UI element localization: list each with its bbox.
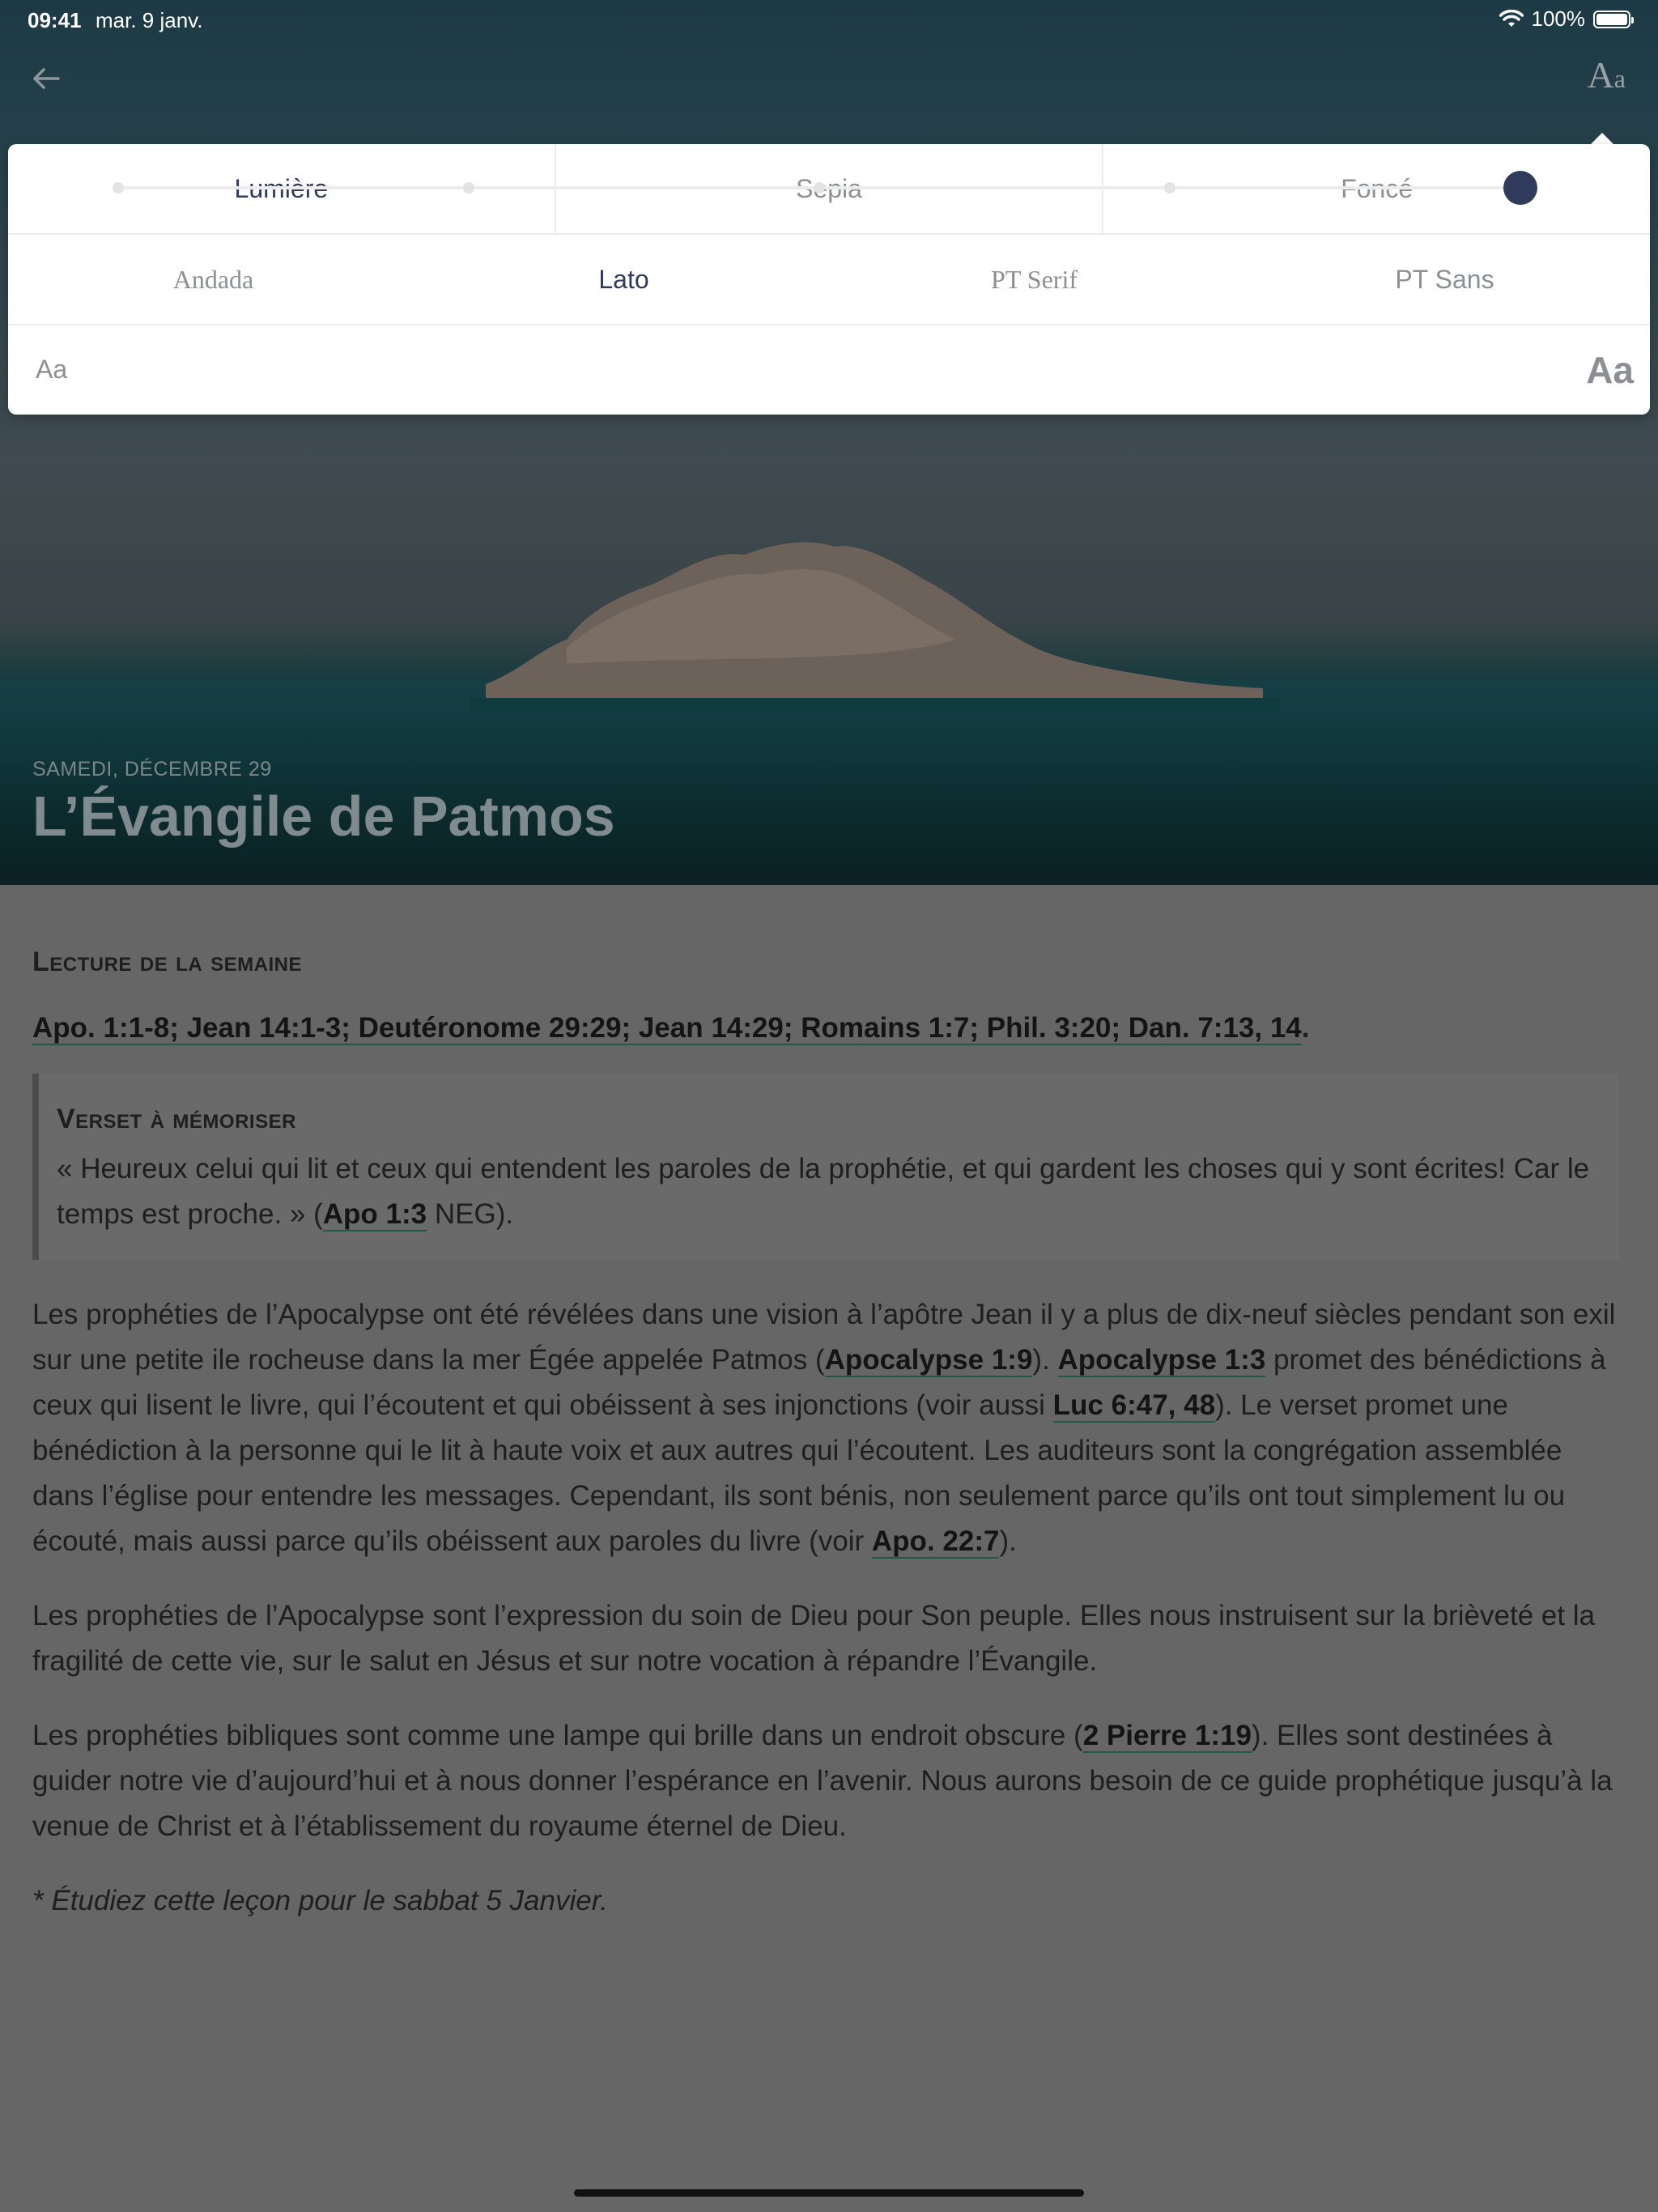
status-bar: 09:41 mar. 9 janv. 100% bbox=[0, 0, 1658, 39]
bible-reference-link[interactable]: Apocalypse 1:3 bbox=[1057, 1344, 1266, 1377]
status-date: mar. 9 janv. bbox=[96, 8, 203, 32]
memory-verse-callout: Verset à mémoriser « Heureux celui qui l… bbox=[32, 1074, 1619, 1260]
battery-percent: 100% bbox=[1531, 6, 1586, 31]
font-option-pt-sans[interactable]: PT Sans bbox=[1239, 235, 1650, 324]
font-size-row: Aa Aa bbox=[8, 325, 1650, 415]
paragraph: Les prophéties bibliques sont comme une … bbox=[32, 1713, 1619, 1849]
memory-verse-text: « Heureux celui qui lit et ceux qui ente… bbox=[57, 1146, 1619, 1237]
memory-verse-heading: Verset à mémoriser bbox=[57, 1104, 296, 1134]
font-selector: Andada Lato PT Serif PT Sans bbox=[8, 235, 1650, 325]
bible-reference-link[interactable]: Apo. 1:1-8; Jean 14:1-3; Deutéronome 29:… bbox=[32, 1012, 1302, 1045]
font-size-slider-thumb[interactable] bbox=[1503, 171, 1537, 205]
font-size-step-dot[interactable] bbox=[814, 182, 825, 194]
font-size-slider[interactable] bbox=[113, 171, 1537, 205]
status-time: 09:41 bbox=[28, 8, 82, 32]
font-option-pt-serif[interactable]: PT Serif bbox=[829, 235, 1239, 324]
font-toggle-small: a bbox=[1613, 64, 1626, 93]
font-size-small-label: Aa bbox=[36, 355, 68, 384]
paragraph-text: ). bbox=[999, 1525, 1017, 1557]
reading-settings-popover: Lumière Sepia Foncé Andada Lato PT Serif… bbox=[8, 144, 1650, 415]
island-illustration bbox=[470, 542, 1279, 713]
bible-reference-link[interactable]: Apo 1:3 bbox=[322, 1198, 427, 1231]
battery-icon bbox=[1593, 10, 1634, 28]
theme-selector: Lumière Sepia Foncé bbox=[8, 144, 1650, 235]
paragraph: Les prophéties de l’Apocalypse ont été r… bbox=[32, 1292, 1619, 1564]
font-option-andada[interactable]: Andada bbox=[8, 235, 419, 324]
font-settings-button[interactable]: Aa bbox=[1588, 53, 1626, 96]
font-size-large-label: Aa bbox=[1586, 349, 1634, 391]
lesson-content: Lecture de la semaine Apo. 1:1-8; Jean 1… bbox=[32, 939, 1619, 1924]
font-size-step-dot[interactable] bbox=[1164, 182, 1175, 194]
hero-image: SAMEDI, DÉCEMBRE 29 L’Évangile de Patmos bbox=[0, 0, 1658, 885]
font-size-step-dot[interactable] bbox=[463, 182, 474, 194]
weekly-refs-end: . bbox=[1301, 1012, 1310, 1044]
weekly-reading-heading: Lecture de la semaine bbox=[32, 946, 302, 977]
home-indicator[interactable] bbox=[574, 2189, 1084, 2197]
bible-reference-link[interactable]: Luc 6:47, 48 bbox=[1052, 1389, 1216, 1423]
weekly-reading-refs: Apo. 1:1-8; Jean 14:1-3; Deutéronome 29:… bbox=[32, 1006, 1619, 1051]
memory-verse-body: « Heureux celui qui lit et ceux qui ente… bbox=[57, 1153, 1590, 1230]
paragraph-text: Les prophéties bibliques sont comme une … bbox=[32, 1720, 1083, 1751]
paragraph: Les prophéties de l’Apocalypse sont l’ex… bbox=[32, 1600, 1596, 1677]
study-note: * Étudiez cette leçon pour le sabbat 5 J… bbox=[32, 1885, 608, 1916]
font-toggle-big: A bbox=[1587, 54, 1614, 96]
lesson-title: L’Évangile de Patmos bbox=[32, 785, 615, 848]
wifi-icon bbox=[1499, 9, 1524, 27]
memory-verse-end: NEG). bbox=[427, 1198, 514, 1230]
bible-reference-link[interactable]: Apo. 22:7 bbox=[871, 1525, 1000, 1559]
font-option-lato[interactable]: Lato bbox=[419, 235, 829, 324]
font-size-step-dot[interactable] bbox=[113, 182, 124, 194]
bible-reference-link[interactable]: 2 Pierre 1:19 bbox=[1082, 1720, 1252, 1753]
bible-reference-link[interactable]: Apocalypse 1:9 bbox=[824, 1344, 1033, 1377]
lesson-date: SAMEDI, DÉCEMBRE 29 bbox=[32, 758, 272, 781]
back-arrow-icon[interactable] bbox=[26, 58, 66, 99]
paragraph-text: ). bbox=[1032, 1344, 1058, 1376]
